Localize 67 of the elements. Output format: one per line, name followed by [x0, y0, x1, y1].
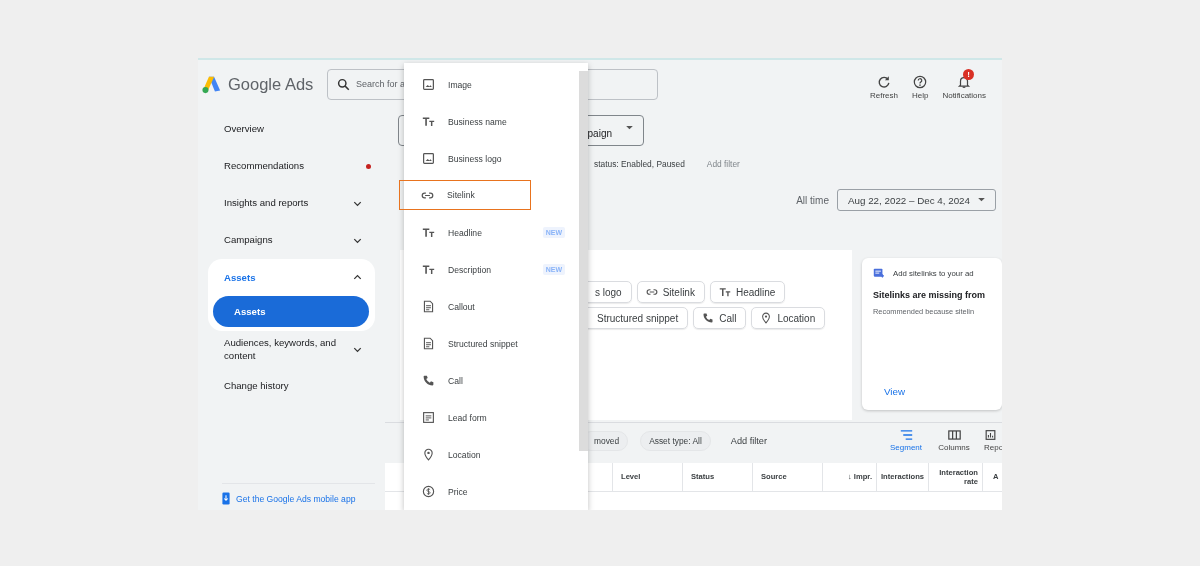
- nav-item[interactable]: Assets: [208, 259, 375, 296]
- notification-badge: !: [963, 68, 975, 80]
- menu-item[interactable]: Location: [404, 436, 576, 473]
- phone-download-icon: [222, 492, 230, 505]
- text-icon: [422, 263, 435, 276]
- asset-chip[interactable]: Sitelink: [636, 281, 705, 303]
- phone-icon: [702, 312, 715, 324]
- table-tool-button[interactable]: Columns: [936, 430, 972, 452]
- nav-item[interactable]: Recommendations: [198, 148, 385, 185]
- menu-item[interactable]: Call: [404, 362, 576, 399]
- refresh-icon: [876, 74, 891, 89]
- nav-item[interactable]: Campaigns: [198, 222, 385, 259]
- segment-icon: [899, 430, 913, 440]
- location-pin-icon: [760, 312, 773, 324]
- menu-item[interactable]: Image: [404, 66, 576, 103]
- asset-chip[interactable]: Call: [693, 307, 747, 329]
- image-icon: [422, 152, 435, 165]
- image-icon: [422, 78, 435, 91]
- document-icon: [422, 337, 435, 350]
- menu-item[interactable]: Sitelink: [399, 180, 531, 210]
- menu-item[interactable]: Structured snippet: [404, 325, 576, 362]
- recommendation-heading: Sitelinks are missing from: [873, 290, 987, 300]
- sitelink-add-icon: [873, 268, 884, 279]
- add-filter-button[interactable]: Add filter: [730, 436, 767, 446]
- nav-subitem[interactable]: Assets: [213, 296, 369, 327]
- nav-item[interactable]: Insights and reports: [198, 185, 385, 222]
- date-range-label: All time: [796, 194, 829, 206]
- search-icon: [337, 77, 350, 91]
- nav-item[interactable]: Change history: [198, 368, 385, 405]
- table-tool-button[interactable]: Segment: [888, 430, 924, 452]
- date-range-picker[interactable]: Aug 22, 2022 – Dec 4, 2024: [837, 189, 996, 211]
- menu-item[interactable]: Price: [404, 473, 576, 510]
- mobile-app-link[interactable]: Get the Google Ads mobile app: [222, 483, 375, 510]
- nav-item[interactable]: Overview: [198, 111, 385, 148]
- logo-icon: [201, 74, 222, 94]
- text-icon: [422, 226, 435, 239]
- asset-chip[interactable]: Headline: [709, 281, 786, 303]
- scrollbar[interactable]: [579, 71, 588, 451]
- text-icon: [422, 115, 435, 128]
- location-pin-icon: [422, 448, 435, 461]
- form-icon: [422, 411, 435, 424]
- menu-item[interactable]: Business name: [404, 103, 576, 140]
- caret-icon: [978, 198, 985, 202]
- text-icon: [718, 286, 731, 298]
- asset-chip[interactable]: Location: [751, 307, 826, 329]
- filter-chip[interactable]: status: Enabled, Paused: [594, 159, 685, 169]
- caret-icon: [626, 125, 633, 130]
- nav-item[interactable]: Audiences, keywords, and content: [198, 331, 385, 368]
- document-icon: [422, 300, 435, 313]
- bell-icon: [957, 74, 972, 89]
- phone-icon: [422, 374, 435, 387]
- menu-item[interactable]: Lead form: [404, 399, 576, 436]
- view-link[interactable]: View: [884, 386, 906, 397]
- report-icon: [984, 430, 997, 440]
- filter-chip[interactable]: Asset type: All: [640, 431, 711, 451]
- add-filter-link[interactable]: Add filter: [706, 159, 740, 169]
- columns-icon: [947, 430, 961, 440]
- table-tool-button[interactable]: Repo: [984, 430, 1002, 452]
- help-icon: [913, 74, 928, 89]
- app-title: Google Ads: [228, 74, 314, 94]
- toolbar-button[interactable]: Refresh: [869, 68, 898, 100]
- dollar-icon: [422, 485, 435, 498]
- link-icon: [645, 286, 658, 298]
- toolbar-button[interactable]: ! Notifications: [942, 68, 986, 100]
- toolbar-button[interactable]: Help: [911, 68, 929, 100]
- menu-item[interactable]: Business logo: [404, 140, 576, 177]
- menu-item[interactable]: Callout: [404, 288, 576, 325]
